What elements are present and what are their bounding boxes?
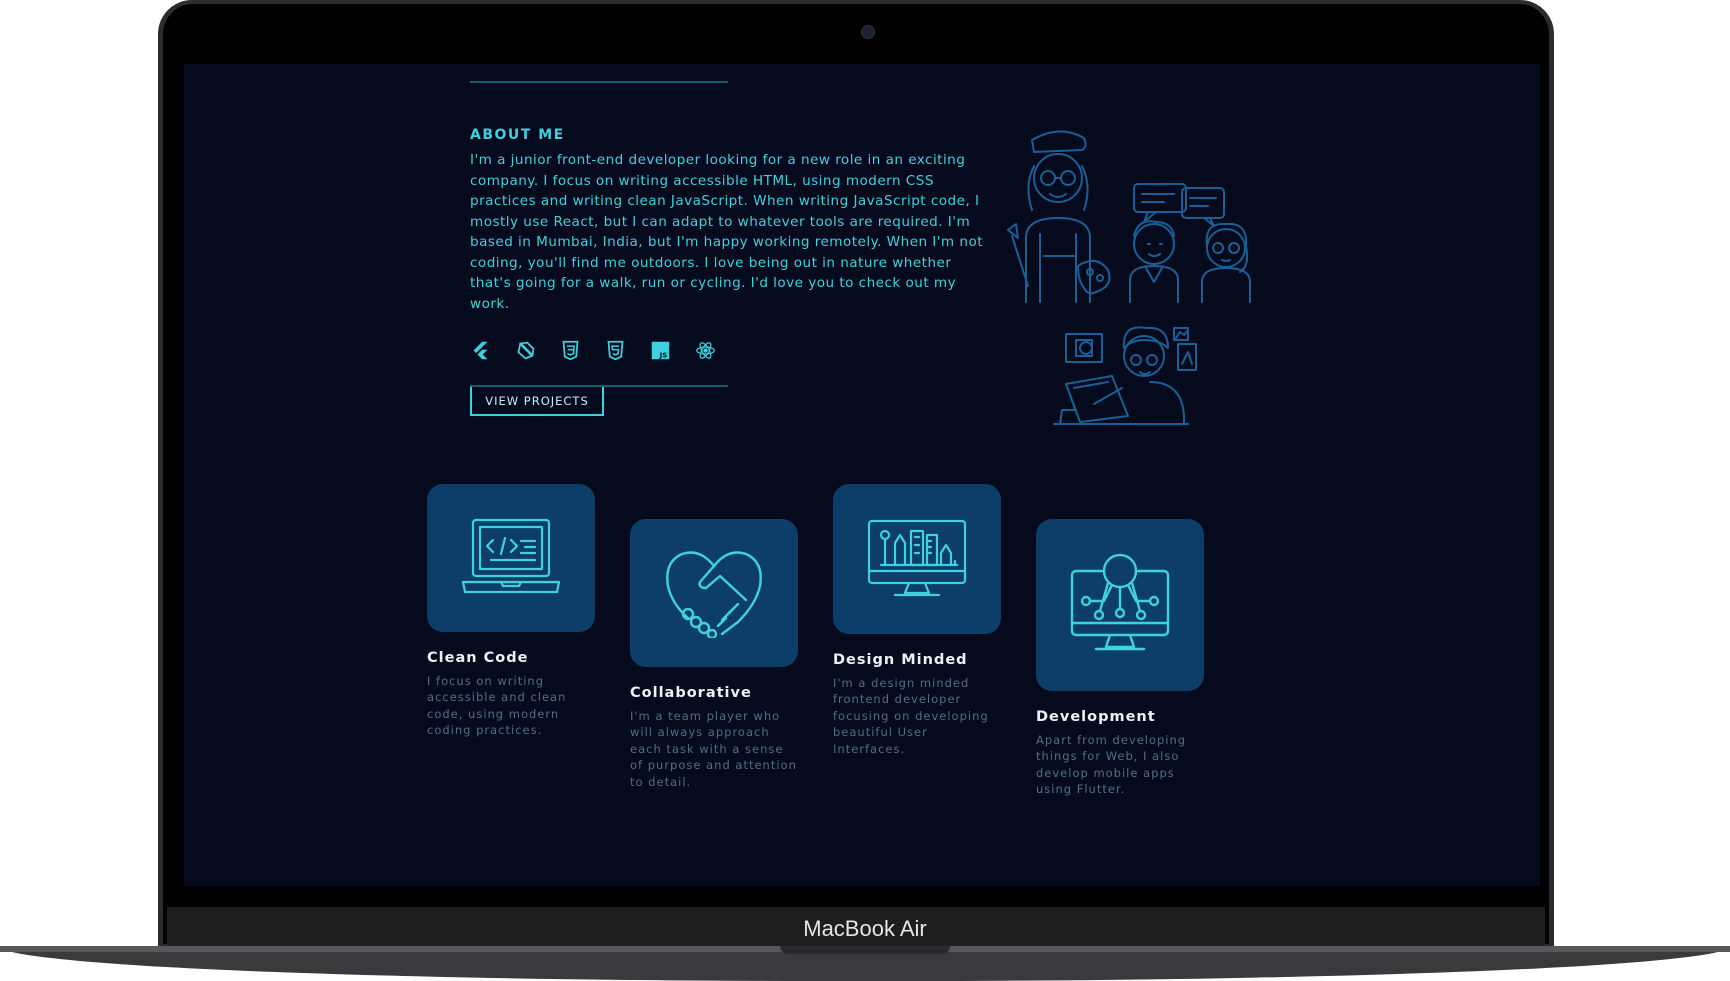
feature-title: Clean Code <box>427 650 529 666</box>
feature-card-collaborative: Collaborative I'm a team player who will… <box>630 519 798 790</box>
about-text: I'm a junior front-end developer looking… <box>470 152 984 312</box>
about-title: ABOUT ME <box>470 127 565 143</box>
feature-title: Design Minded <box>833 652 968 668</box>
feature-card-development: Development Apart from developing things… <box>1036 519 1204 798</box>
designer-figure <box>1053 326 1197 425</box>
laptop-notch <box>780 946 950 954</box>
feature-card-design-minded: Design Minded I'm a design minded fronte… <box>833 484 1001 757</box>
handshake-heart-icon <box>666 551 762 638</box>
laptop-code-icon <box>461 518 561 594</box>
divider-bottom <box>470 385 728 387</box>
network-monitor-icon <box>1070 553 1170 651</box>
feature-desc: I focus on writing accessible and clean … <box>427 674 567 738</box>
flutter-icon <box>470 340 491 361</box>
svg-text:JS: JS <box>659 352 668 360</box>
camera-icon <box>861 25 875 39</box>
team-illustration <box>1007 130 1251 425</box>
css3-icon <box>560 340 581 361</box>
feature-desc: I'm a design minded frontend developer f… <box>833 676 989 756</box>
feature-tile <box>1036 519 1204 691</box>
html5-icon <box>605 340 626 361</box>
feature-desc: Apart from developing things for Web, I … <box>1036 733 1187 797</box>
device-brand-label: MacBook Air <box>803 916 927 941</box>
view-projects-button[interactable]: VIEW PROJECTS <box>470 385 604 416</box>
feature-tile <box>427 484 595 632</box>
feature-title: Development <box>1036 709 1156 725</box>
feature-tile <box>833 484 1001 634</box>
chat-figures <box>1129 183 1251 303</box>
feature-card-clean-code: Clean Code I focus on writing accessible… <box>427 484 595 739</box>
javascript-icon: JS <box>650 340 671 361</box>
feature-title: Collaborative <box>630 685 752 701</box>
tech-stack: JS <box>470 340 716 361</box>
screen: ABOUT ME I'm a junior front-end develope… <box>184 64 1540 886</box>
feature-tile <box>630 519 798 667</box>
react-icon <box>695 340 716 361</box>
dart-icon <box>515 340 536 361</box>
divider-top <box>470 81 728 83</box>
feature-desc: I'm a team player who will always approa… <box>630 709 797 789</box>
painter-figure <box>1007 130 1111 303</box>
design-monitor-icon <box>867 519 967 597</box>
